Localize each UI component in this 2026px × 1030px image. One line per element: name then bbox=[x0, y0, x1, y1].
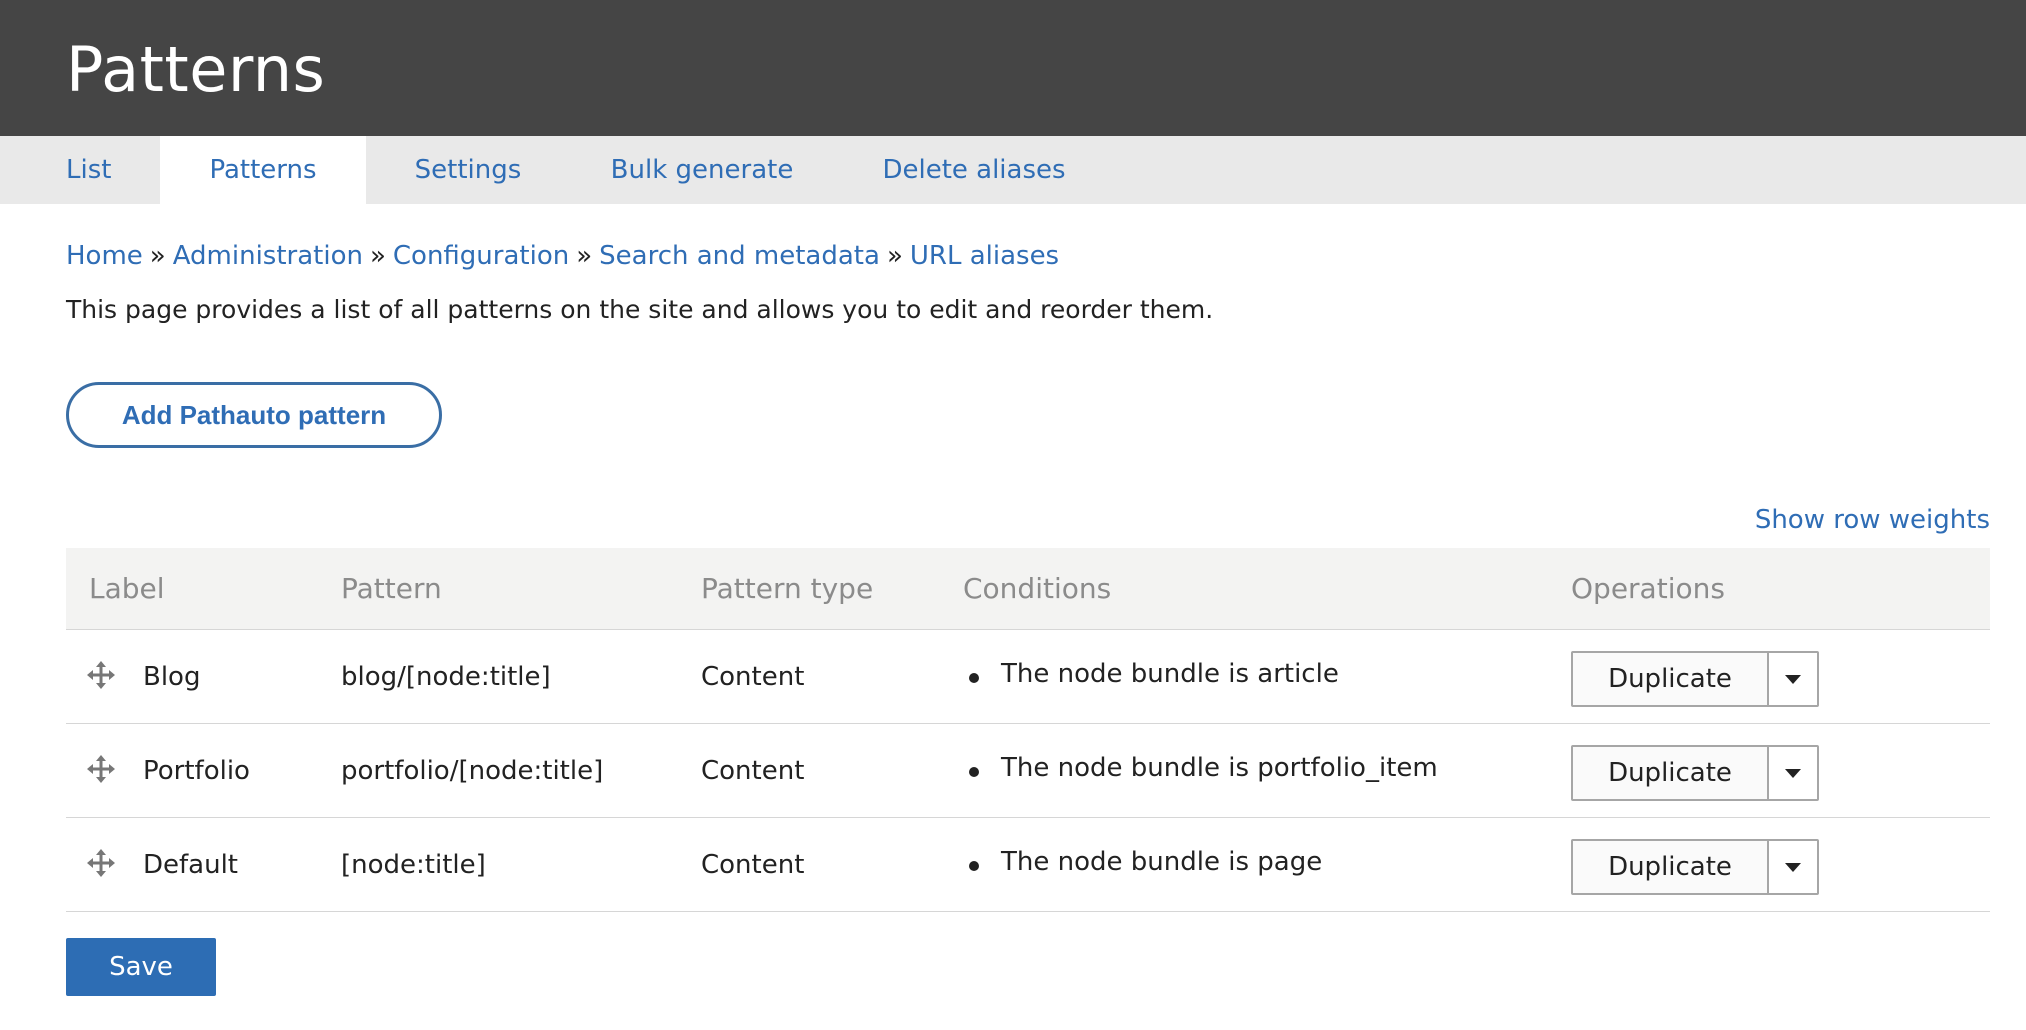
operations-toggle-button[interactable] bbox=[1769, 841, 1817, 893]
table-row: Blog blog/[node:title] Content The node … bbox=[66, 630, 1990, 724]
row-label: Portfolio bbox=[143, 756, 250, 786]
column-header-pattern: Pattern bbox=[341, 572, 442, 605]
row-label: Blog bbox=[143, 662, 201, 692]
tab-bar: List Patterns Settings Bulk generate Del… bbox=[0, 136, 2026, 204]
operations-toggle-button[interactable] bbox=[1769, 747, 1817, 799]
tab-list[interactable]: List bbox=[0, 136, 160, 204]
row-pattern-type: Content bbox=[701, 662, 805, 692]
operations-toggle-button[interactable] bbox=[1769, 653, 1817, 705]
column-header-operations: Operations bbox=[1571, 572, 1725, 605]
breadcrumb: Home» Administration» Configuration» Search… bbox=[66, 238, 1059, 274]
table-header: Label Pattern Pattern type Conditions Op… bbox=[66, 548, 1990, 630]
table-row: Portfolio portfolio/[node:title] Content… bbox=[66, 724, 1990, 818]
drag-handle-icon[interactable] bbox=[86, 660, 116, 690]
show-row-weights-link[interactable]: Show row weights bbox=[1755, 502, 1990, 538]
row-condition: The node bundle is portfolio_item bbox=[1001, 753, 1438, 783]
operations-dropbutton: Duplicate bbox=[1571, 839, 1819, 895]
chevron-down-icon bbox=[1785, 863, 1801, 872]
page-description: This page provides a list of all pattern… bbox=[66, 295, 1214, 324]
breadcrumb-administration[interactable]: Administration bbox=[173, 241, 363, 271]
row-pattern: portfolio/[node:title] bbox=[341, 756, 604, 786]
duplicate-button[interactable]: Duplicate bbox=[1573, 653, 1767, 705]
page-title: Patterns bbox=[66, 33, 326, 106]
condition-bullet bbox=[969, 767, 979, 777]
row-label: Default bbox=[143, 850, 238, 880]
tab-patterns[interactable]: Patterns bbox=[160, 136, 366, 204]
condition-bullet bbox=[969, 673, 979, 683]
drag-handle-icon[interactable] bbox=[86, 754, 116, 784]
tab-settings[interactable]: Settings bbox=[366, 136, 570, 204]
breadcrumb-search-and-metadata[interactable]: Search and metadata bbox=[599, 241, 880, 271]
row-pattern: [node:title] bbox=[341, 850, 486, 880]
drag-handle-icon[interactable] bbox=[86, 848, 116, 878]
column-header-pattern-type: Pattern type bbox=[701, 572, 874, 605]
breadcrumb-configuration[interactable]: Configuration bbox=[393, 241, 569, 271]
patterns-table: Label Pattern Pattern type Conditions Op… bbox=[66, 548, 1990, 912]
operations-dropbutton: Duplicate bbox=[1571, 651, 1819, 707]
breadcrumb-separator: » bbox=[149, 241, 166, 271]
breadcrumb-separator: » bbox=[576, 241, 593, 271]
row-condition: The node bundle is article bbox=[1001, 659, 1339, 689]
operations-dropbutton: Duplicate bbox=[1571, 745, 1819, 801]
chevron-down-icon bbox=[1785, 769, 1801, 778]
add-pathauto-pattern-button[interactable]: Add Pathauto pattern bbox=[66, 382, 442, 448]
row-pattern-type: Content bbox=[701, 756, 805, 786]
save-button[interactable]: Save bbox=[66, 938, 216, 996]
tab-delete-aliases[interactable]: Delete aliases bbox=[834, 136, 1114, 204]
duplicate-button[interactable]: Duplicate bbox=[1573, 841, 1767, 893]
breadcrumb-separator: » bbox=[886, 241, 903, 271]
breadcrumb-separator: » bbox=[369, 241, 386, 271]
row-condition: The node bundle is page bbox=[1001, 847, 1323, 877]
chevron-down-icon bbox=[1785, 675, 1801, 684]
column-header-conditions: Conditions bbox=[963, 572, 1112, 605]
tab-bulk-generate[interactable]: Bulk generate bbox=[570, 136, 834, 204]
row-pattern: blog/[node:title] bbox=[341, 662, 551, 692]
page-header: Patterns bbox=[0, 0, 2026, 136]
table-row: Default [node:title] Content The node bu… bbox=[66, 818, 1990, 912]
duplicate-button[interactable]: Duplicate bbox=[1573, 747, 1767, 799]
row-pattern-type: Content bbox=[701, 850, 805, 880]
column-header-label: Label bbox=[89, 572, 165, 605]
breadcrumb-home[interactable]: Home bbox=[66, 241, 143, 271]
breadcrumb-url-aliases[interactable]: URL aliases bbox=[910, 241, 1059, 271]
condition-bullet bbox=[969, 861, 979, 871]
